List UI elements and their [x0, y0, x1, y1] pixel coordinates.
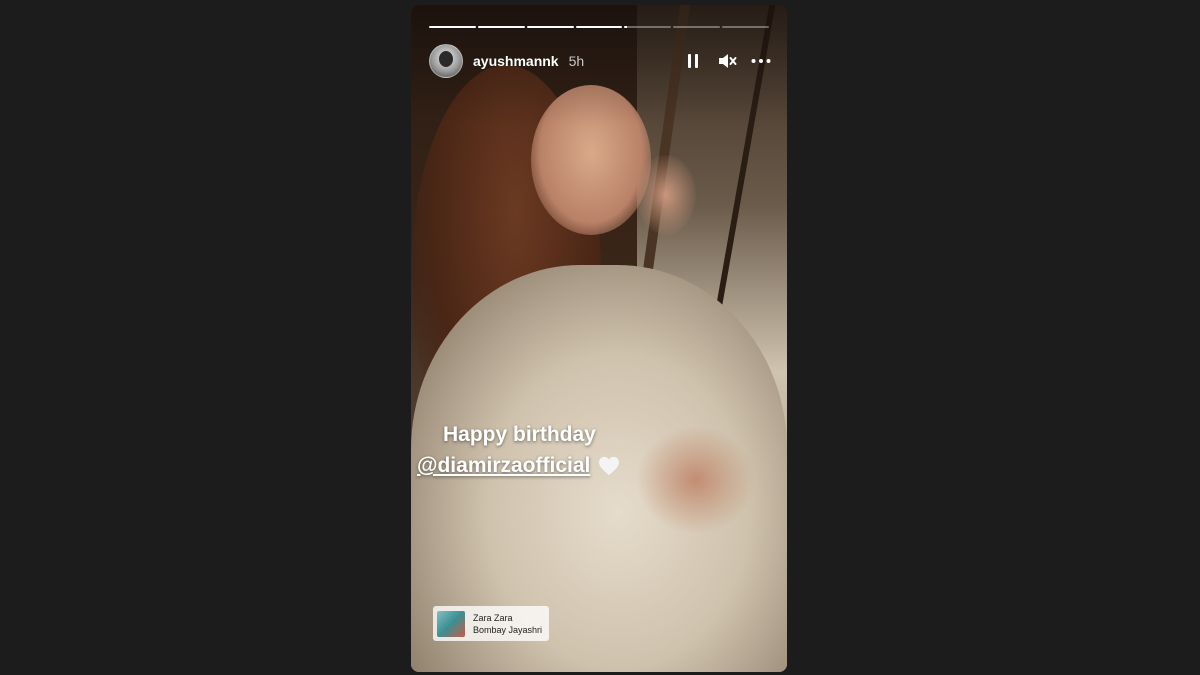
song-artist: Bombay Jayashri [473, 624, 543, 635]
pause-button[interactable] [683, 51, 703, 71]
progress-segment [722, 26, 770, 28]
avatar[interactable] [429, 44, 463, 78]
more-horizontal-icon [751, 59, 771, 63]
progress-fill [429, 26, 476, 28]
pause-icon [688, 54, 698, 68]
story-photo [411, 5, 787, 672]
music-info: Zara Zara Bombay Jayashri [473, 612, 542, 636]
speaker-muted-icon [719, 54, 737, 68]
progress-segment [429, 26, 476, 28]
post-time: 5h [568, 53, 585, 69]
mention-link[interactable]: @diamirzaofficial [417, 450, 590, 481]
story-progress-bar [429, 26, 770, 29]
progress-fill [477, 26, 525, 28]
album-art [437, 610, 465, 637]
white-heart-icon [599, 456, 620, 475]
song-title: Zara Zara [473, 612, 513, 623]
more-options-button[interactable] [751, 51, 771, 71]
progress-fill [575, 26, 623, 28]
mute-button[interactable] [717, 51, 737, 71]
story-viewer[interactable]: ayushmannk 5h Happy birthday @diamirzaof… [411, 5, 787, 672]
username[interactable]: ayushmannk [473, 53, 559, 69]
progress-fill [624, 26, 627, 28]
story-controls [683, 51, 771, 71]
progress-fill [526, 26, 574, 28]
progress-segment [526, 26, 574, 28]
caption-line: Happy birthday [443, 423, 596, 446]
progress-segment [624, 26, 672, 28]
story-caption: Happy birthday @diamirzaofficial [411, 419, 787, 481]
music-sticker[interactable]: Zara Zara Bombay Jayashri [433, 606, 549, 641]
progress-segment [575, 26, 623, 28]
progress-segment [477, 26, 525, 28]
caption-line: @diamirzaofficial [417, 450, 787, 481]
progress-segment [673, 26, 721, 28]
top-shade [411, 5, 787, 672]
story-header: ayushmannk 5h [429, 43, 771, 79]
